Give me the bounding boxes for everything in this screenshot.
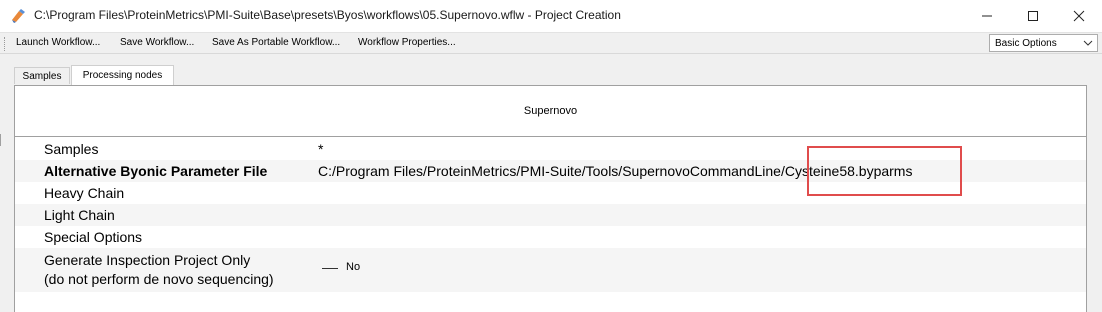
property-name: Alternative Byonic Parameter File	[44, 163, 268, 179]
property-name: Heavy Chain	[44, 185, 125, 201]
workflow-properties-button[interactable]: Workflow Properties...	[358, 37, 456, 48]
indeterminate-dash	[322, 268, 338, 269]
title-bar: C:\Program Files\ProteinMetrics\PMI-Suit…	[0, 0, 1102, 32]
app-icon	[10, 8, 26, 24]
chevron-down-icon	[1083, 39, 1093, 47]
property-name: Light Chain	[44, 207, 115, 223]
highlight-annotation	[807, 146, 962, 196]
node-title-text: Supernovo	[523, 105, 578, 117]
maximize-button[interactable]	[1010, 0, 1056, 32]
property-value[interactable]: *	[318, 141, 323, 157]
property-name: Special Options	[44, 229, 143, 245]
property-row-generate-inspection-project-only[interactable]: Generate Inspection Project Only (do not…	[15, 248, 1086, 292]
toolbar: Launch Workflow... Save Workflow... Save…	[0, 32, 1102, 54]
launch-workflow-button[interactable]: Launch Workflow...	[16, 37, 100, 48]
minimize-button[interactable]	[964, 0, 1010, 32]
processing-node-panel: Supernovo Samples * Alternative Byonic P…	[14, 85, 1087, 312]
minimize-icon	[982, 15, 992, 17]
window-title: C:\Program Files\ProteinMetrics\PMI-Suit…	[34, 8, 621, 22]
property-row-special-options[interactable]: Special Options	[15, 226, 1086, 248]
toolbar-grip[interactable]	[4, 37, 7, 51]
property-value[interactable]: No	[346, 261, 360, 273]
splitter-handle[interactable]	[0, 134, 3, 146]
options-selected-value: Basic Options	[995, 38, 1057, 49]
close-button[interactable]	[1056, 0, 1102, 32]
options-level-select[interactable]: Basic Options	[989, 34, 1098, 52]
tab-samples[interactable]: Samples	[14, 67, 70, 85]
save-portable-workflow-button[interactable]: Save As Portable Workflow...	[212, 37, 340, 48]
property-name: Generate Inspection Project Only (do not…	[44, 251, 274, 289]
close-icon	[1073, 10, 1085, 22]
tab-processing-nodes[interactable]: Processing nodes	[71, 65, 174, 86]
save-workflow-button[interactable]: Save Workflow...	[120, 37, 194, 48]
property-name-line1: Generate Inspection Project Only	[44, 252, 251, 268]
property-name: Samples	[44, 141, 99, 157]
maximize-icon	[1028, 11, 1038, 21]
node-title: Supernovo	[15, 86, 1086, 137]
property-name-line2: (do not perform de novo sequencing)	[44, 271, 274, 287]
property-row-light-chain[interactable]: Light Chain	[15, 204, 1086, 226]
